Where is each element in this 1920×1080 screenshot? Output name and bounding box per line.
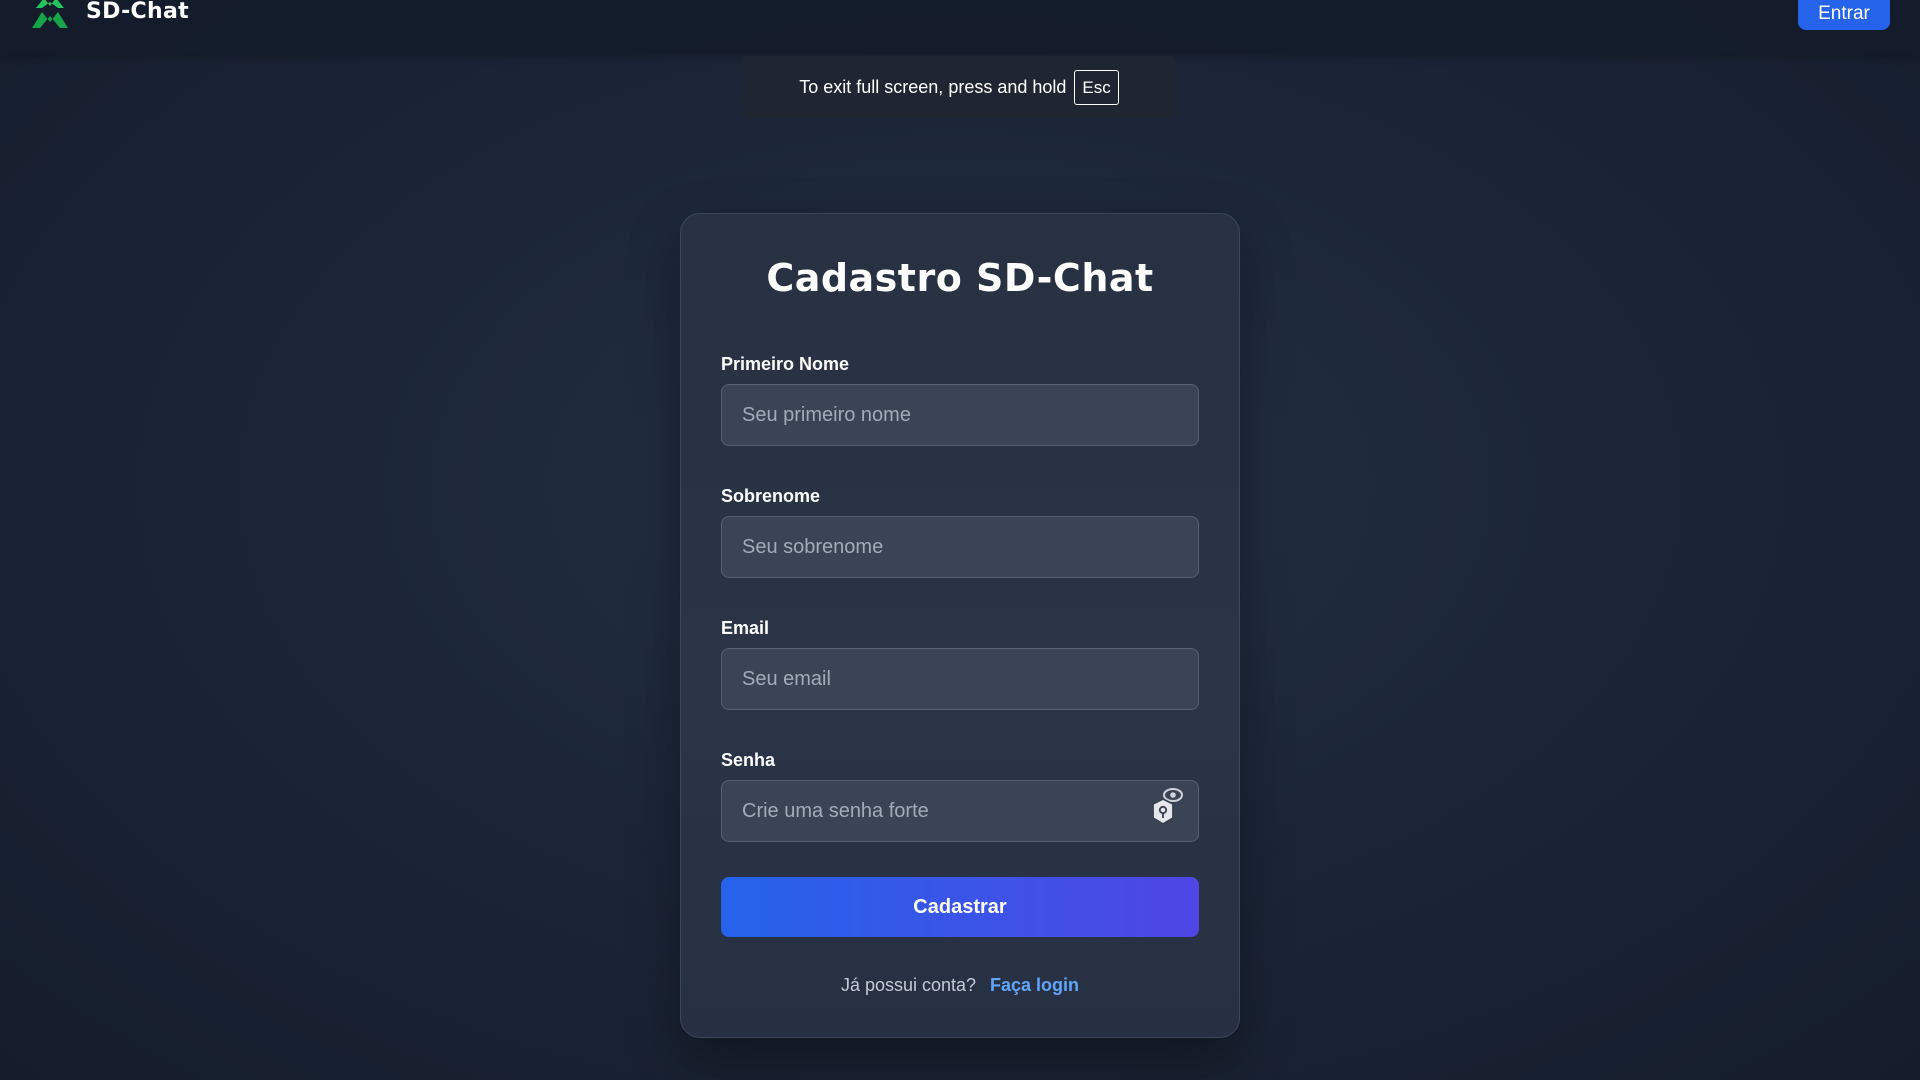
signup-card: Cadastro SD-Chat Primeiro Nome Sobrenome…: [680, 213, 1240, 1038]
fullscreen-notice: To exit full screen, press and hold Esc: [743, 56, 1175, 118]
sd-chat-logo-icon: [32, 0, 68, 28]
password-toggle-icon[interactable]: [1147, 785, 1185, 829]
password-input[interactable]: [721, 780, 1199, 842]
esc-key-badge: Esc: [1074, 69, 1119, 105]
first-name-input[interactable]: [721, 384, 1199, 446]
top-navbar: SD-Chat Entrar: [0, 0, 1920, 54]
password-label: Senha: [721, 750, 776, 770]
brand-name: SD-Chat: [86, 0, 189, 24]
login-link[interactable]: Faça login: [990, 975, 1079, 995]
login-prompt-text: Já possui conta?: [840, 975, 977, 995]
first-name-label: Primeiro Nome: [721, 354, 850, 374]
signup-submit-button[interactable]: Cadastrar: [721, 877, 1199, 937]
email-input[interactable]: [721, 648, 1199, 710]
page-title: Cadastro SD-Chat: [766, 256, 1154, 300]
login-button[interactable]: Entrar: [1798, 0, 1890, 30]
brand[interactable]: SD-Chat: [30, 0, 189, 28]
email-label: Email: [721, 618, 770, 638]
last-name-input[interactable]: [721, 516, 1199, 578]
fullscreen-notice-text: To exit full screen, press and hold: [799, 76, 1067, 97]
login-prompt: Já possui conta? Faça login: [681, 975, 1239, 996]
last-name-label: Sobrenome: [721, 486, 821, 506]
